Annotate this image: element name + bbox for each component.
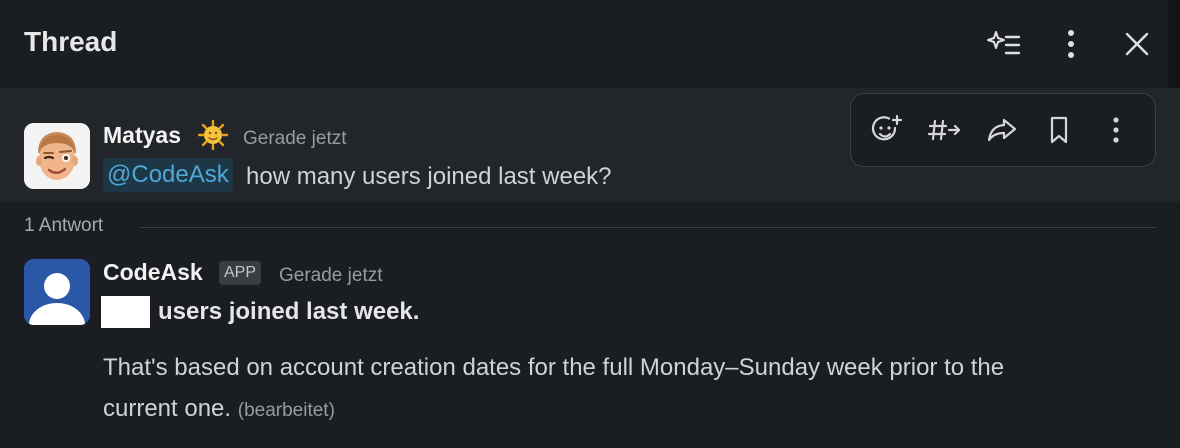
sender-name[interactable]: CodeAsk [103,259,203,286]
user-mention[interactable]: @CodeAsk [103,158,233,192]
thread-title: Thread [24,26,118,57]
message-text: how many users joined last week? [246,163,612,190]
answer-headline: users joined last week. [158,298,420,325]
share-icon[interactable] [982,110,1022,150]
edited-label: (bearbeitet) [237,400,335,421]
answer-body-line: current one. (bearbeitet) [103,395,335,423]
answer-body-line: That's based on account creation dates f… [103,354,1005,381]
divider [140,227,1156,228]
more-vertical-icon[interactable] [1053,26,1089,62]
forward-to-channel-icon[interactable] [925,110,965,150]
window-edge [1168,0,1180,88]
redacted-value [101,296,150,328]
avatar[interactable] [24,123,90,189]
close-icon[interactable] [1119,26,1155,62]
add-reaction-icon[interactable] [867,110,907,150]
sun-emoji-icon[interactable] [197,119,229,151]
more-vertical-icon[interactable] [1096,110,1136,150]
thread-header: Thread [0,0,1180,88]
avatar[interactable] [24,259,90,325]
message-actions-toolbar [850,93,1156,167]
sparkle-list-icon[interactable] [986,26,1022,62]
message-timestamp[interactable]: Gerade jetzt [279,265,383,287]
bookmark-icon[interactable] [1039,110,1079,150]
answer-body-text: current one. [103,395,232,422]
sender-name[interactable]: Matyas [103,122,181,149]
reply-count: 1 Antwort [24,215,104,236]
app-badge: APP [219,261,262,285]
message-timestamp[interactable]: Gerade jetzt [243,128,347,150]
